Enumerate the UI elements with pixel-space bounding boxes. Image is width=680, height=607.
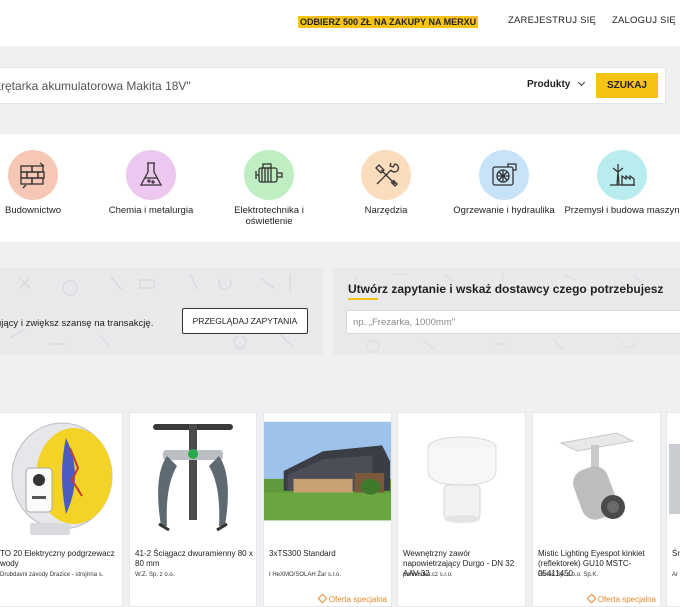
house-photo-icon <box>264 421 391 521</box>
product-title: 41-2 Ściągacz dwuramienny 80 x 80 mm <box>135 549 253 568</box>
product-title: Śr <box>672 549 680 558</box>
factory-icon <box>597 150 647 200</box>
product-image <box>130 413 256 545</box>
heater-icon <box>479 150 529 200</box>
water-heater-icon <box>11 422 112 535</box>
category-item-elektrotechnika[interactable]: Elektrotechnika i oświetlenie <box>210 150 328 227</box>
bricks-icon <box>8 150 58 200</box>
product-card[interactable]: Wewnętrzny zawór napowietrzający Durgo -… <box>397 412 526 607</box>
category-label: Elektrotechnika i oświetlenie <box>234 205 304 227</box>
category-label: Przemysł i budowa maszyn <box>564 205 680 216</box>
top-bar: ODBIERZ 500 ZŁ NA ZAKUPY NA MERXU ZAREJE… <box>0 0 680 46</box>
product-seller: Elmax Sp. z o.o. Sp.K. <box>538 572 599 578</box>
register-link[interactable]: ZAREJESTRUJ SIĘ <box>508 15 596 26</box>
product-seller: I HeXMO/SOLAH Żar s.r.o. <box>269 572 342 578</box>
search-button[interactable]: SZUKAJ <box>596 73 658 98</box>
category-item-ogrzewanie[interactable]: Ogrzewanie i hydraulika <box>445 150 563 216</box>
product-card[interactable]: Mistic Lighting Eyespot kinkiet (reflekt… <box>532 412 661 607</box>
promo-link[interactable]: ODBIERZ 500 ZŁ NA ZAKUPY NA MERXU <box>298 16 479 28</box>
flask-icon <box>126 150 176 200</box>
browse-requests-button[interactable]: PRZEGLĄDAJ ZAPYTANIA <box>182 308 308 334</box>
create-request-banner: Utwórz zapytanie i wskaż dostawcy czego … <box>333 268 680 354</box>
product-title: 3xTS300 Standard <box>269 549 336 558</box>
search-input[interactable] <box>0 68 491 103</box>
search-scope-select[interactable]: Produkty <box>527 78 586 90</box>
product-image <box>533 413 660 545</box>
product-image <box>264 413 391 545</box>
tag-icon <box>317 593 328 604</box>
category-label: Ogrzewanie i hydraulika <box>453 205 555 216</box>
search-scope-label: Produkty <box>527 79 571 90</box>
spotlight-icon <box>558 432 635 520</box>
air-valve-icon <box>427 436 496 523</box>
category-item-narzedzia[interactable]: Narzędzia <box>327 150 445 216</box>
motor-icon <box>244 150 294 200</box>
browse-requests-banner: ujący i zwiększ szansę na transakcję. PR… <box>0 268 323 354</box>
login-link[interactable]: ZALOGUJ SIĘ <box>612 15 676 26</box>
special-offer-badge: Oferta specjalna <box>586 593 656 604</box>
product-seller: W.Z. Sp. z o.o. <box>135 572 175 578</box>
category-label: Budownictwo <box>5 205 61 216</box>
product-title: TO 20 Elektryczny podgrzewacz wody <box>0 549 115 568</box>
product-card[interactable]: TO 20 Elektryczny podgrzewacz wody Drubd… <box>0 412 123 607</box>
category-item-chemia[interactable]: Chemia i metalurgia <box>92 150 210 216</box>
category-strip: Budownictwo Chemia i metalurgia Elektrot… <box>0 134 680 242</box>
request-input[interactable] <box>346 310 680 334</box>
category-item-budownictwo[interactable]: Budownictwo <box>0 150 92 216</box>
category-item-przemysl[interactable]: Przemysł i budowa maszyn <box>563 150 680 216</box>
product-seller: Ar <box>672 572 678 578</box>
product-seller: panhitinka.cz s.r.o. <box>403 572 453 578</box>
product-card[interactable]: 3xTS300 Standard I HeXMO/SOLAH Żar s.r.o… <box>263 412 392 607</box>
create-request-title: Utwórz zapytanie i wskaż dostawcy czego … <box>348 282 664 300</box>
tag-icon <box>586 593 597 604</box>
category-label: Narzędzia <box>364 205 408 216</box>
product-seller: Drubdavni závody Drazice - strojírna s. <box>0 572 104 578</box>
tools-icon <box>361 150 411 200</box>
chevron-down-icon <box>578 78 586 87</box>
product-image <box>0 413 122 545</box>
search-bar: Produkty SZUKAJ <box>0 67 666 104</box>
category-label: Chemia i metalurgia <box>108 205 194 216</box>
gear-puller-icon <box>153 424 233 532</box>
product-image <box>398 413 525 545</box>
product-image <box>667 413 680 545</box>
product-card[interactable]: 41-2 Ściągacz dwuramienny 80 x 80 mm W.Z… <box>129 412 257 607</box>
banner-text: ujący i zwiększ szansę na transakcję. <box>0 318 154 329</box>
product-card[interactable]: Śr Ar <box>666 412 680 607</box>
special-offer-badge: Oferta specjalna <box>317 593 387 604</box>
